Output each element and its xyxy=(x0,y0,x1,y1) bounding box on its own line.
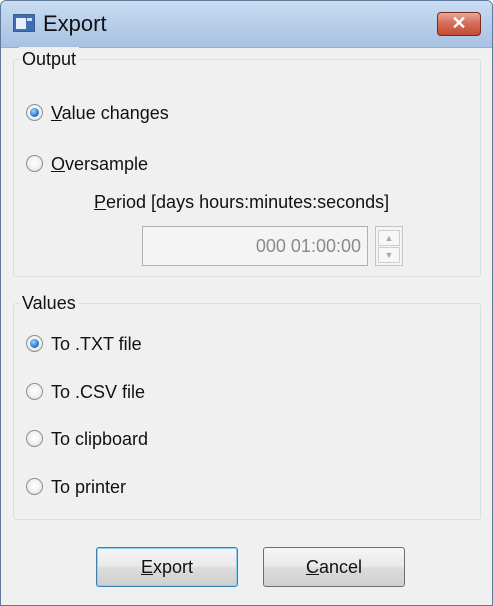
export-dialog: Export ✕ Output Value changes Oversample… xyxy=(0,0,493,606)
export-button[interactable]: Export xyxy=(96,547,238,587)
radio-printer[interactable]: To printer xyxy=(26,476,226,500)
radio-label-txt-file: To .TXT file xyxy=(51,334,142,354)
window-title: Export xyxy=(43,11,107,36)
spin-up-icon[interactable]: ▲ xyxy=(378,230,400,246)
period-label: Period [days hours:minutes:seconds] xyxy=(94,192,390,212)
radio-oversample[interactable]: Oversample xyxy=(26,153,226,177)
radio-label-value-changes: Value changes xyxy=(51,103,169,123)
radio-label-clipboard: To clipboard xyxy=(51,429,149,449)
radio-clipboard[interactable]: To clipboard xyxy=(26,428,226,452)
dialog-body: Output Value changes Oversample Period [… xyxy=(8,47,485,598)
cancel-button[interactable]: Cancel xyxy=(263,547,405,587)
output-group-title: Output xyxy=(19,47,80,71)
radio-button-unchecked[interactable] xyxy=(26,155,43,172)
radio-button-unchecked[interactable] xyxy=(26,383,43,400)
radio-label-oversample: Oversample xyxy=(51,154,149,174)
radio-label-printer: To printer xyxy=(51,477,127,497)
period-input[interactable]: 000 01:00:00 xyxy=(142,226,368,266)
radio-button-checked[interactable] xyxy=(26,335,43,352)
title-bar[interactable]: Export ✕ xyxy=(1,1,492,48)
radio-button-checked[interactable] xyxy=(26,104,43,121)
radio-button-unchecked[interactable] xyxy=(26,430,43,447)
radio-button-unchecked[interactable] xyxy=(26,478,43,495)
output-group: Output Value changes Oversample Period [… xyxy=(13,47,481,277)
spin-down-icon[interactable]: ▼ xyxy=(378,247,400,263)
radio-csv-file[interactable]: To .CSV file xyxy=(26,381,226,405)
values-group: Values To .TXT file To .CSV file To clip… xyxy=(13,291,481,520)
app-window-icon xyxy=(13,14,35,32)
period-spinner[interactable]: ▲ ▼ xyxy=(375,226,403,266)
close-button[interactable]: ✕ xyxy=(437,12,481,36)
radio-txt-file[interactable]: To .TXT file xyxy=(26,333,226,357)
values-group-title: Values xyxy=(19,291,79,315)
radio-value-changes[interactable]: Value changes xyxy=(26,102,226,126)
radio-label-csv-file: To .CSV file xyxy=(51,382,146,402)
